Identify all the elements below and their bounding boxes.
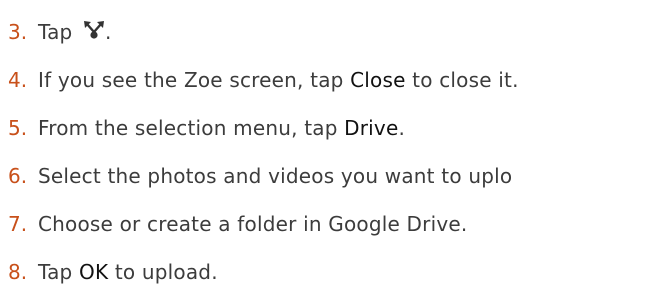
step-text: If you see the Zoe screen, tap Close to …	[38, 68, 519, 92]
instruction-steps: 3. Tap . 4. If you see the Zoe screen, tap…	[0, 0, 672, 308]
step-number: 4.	[8, 68, 28, 92]
step-3: 3. Tap .	[8, 17, 112, 47]
step-4: 4. If you see the Zoe screen, tap Close t…	[8, 65, 519, 95]
step-6: 6. Select the photos and videos you want …	[8, 161, 512, 191]
step-text: From the selection menu, tap Drive.	[38, 116, 406, 140]
share-icon	[83, 20, 105, 40]
step-number: 7.	[8, 212, 28, 236]
step-text: Choose or create a folder in Google Driv…	[38, 212, 468, 236]
step-8: 8. Tap OK to upload.	[8, 257, 218, 287]
step-7: 7. Choose or create a folder in Google Dr…	[8, 209, 467, 239]
step-text: Tap OK to upload.	[38, 260, 218, 284]
term-ok: OK	[79, 260, 109, 284]
term-close: Close	[350, 68, 406, 92]
step-5: 5. From the selection menu, tap Drive.	[8, 113, 405, 143]
step-number: 3.	[8, 20, 28, 44]
term-drive: Drive	[344, 116, 399, 140]
step-number: 5.	[8, 116, 28, 140]
step-number: 6.	[8, 164, 28, 188]
step-text: Tap .	[38, 20, 112, 44]
step-text: Select the photos and videos you want to…	[38, 164, 513, 188]
step-number: 8.	[8, 260, 28, 284]
